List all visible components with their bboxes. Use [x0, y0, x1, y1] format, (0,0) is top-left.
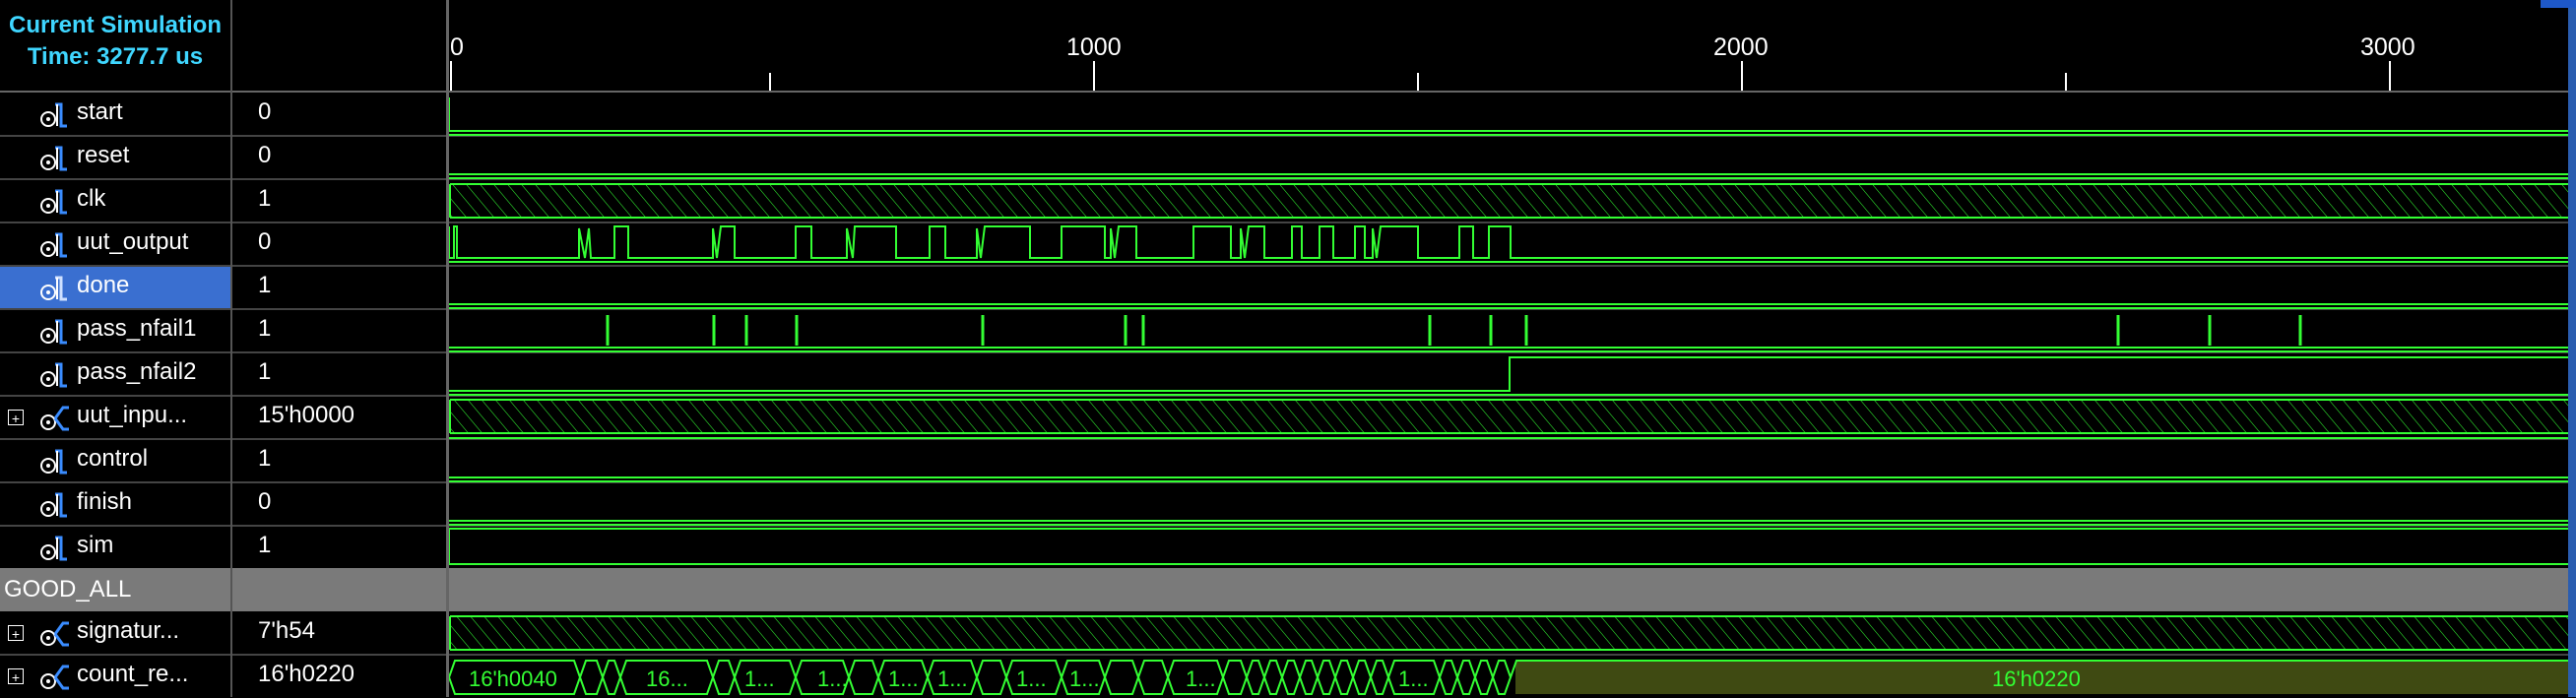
bus-value-label: 1... — [937, 666, 968, 691]
signal-row-control[interactable]: control 1 — [0, 439, 449, 482]
signal-icon — [37, 315, 69, 347]
signal-row-pass-nfail1[interactable]: pass_nfail1 1 — [0, 309, 449, 352]
wave-finish — [449, 520, 2568, 526]
wave-control — [449, 476, 2568, 482]
signal-value: 1 — [258, 185, 272, 212]
signal-value: 1 — [258, 532, 272, 558]
signal-row-uut-output[interactable]: uut_output 0 — [0, 222, 449, 266]
expand-toggle[interactable]: + — [8, 410, 24, 426]
bus-value-label: 1... — [1069, 666, 1100, 691]
signal-value: 7'h54 — [258, 617, 315, 644]
signal-value: 1 — [258, 272, 272, 298]
signal-name: finish — [77, 488, 133, 515]
bus-value-label: 16... — [646, 666, 688, 691]
signal-value: 0 — [258, 228, 272, 255]
wave-pass-nfail2 — [449, 356, 2568, 396]
waveform-viewer: Current Simulation Time: 3277.7 us 0 1 0 0… — [0, 0, 2576, 697]
bus-value-label: 1... — [1186, 666, 1216, 691]
bus-signal-icon — [37, 661, 69, 692]
signal-name: control — [77, 445, 149, 472]
signal-icon — [37, 358, 69, 390]
column-divider-names[interactable] — [230, 0, 232, 697]
signal-row-signature[interactable]: + signatur... 7'h54 — [0, 611, 449, 655]
wave-start — [449, 97, 2568, 136]
signal-name: pass_nfail1 — [77, 315, 197, 342]
signal-row-uut-input[interactable]: + uut_inpu... 15'h0000 — [0, 396, 449, 439]
wave-done — [449, 303, 2568, 309]
signal-name: reset — [77, 142, 130, 168]
signal-value: 0 — [258, 98, 272, 125]
signal-value: 1 — [258, 315, 272, 342]
signal-name: uut_inpu... — [77, 402, 188, 428]
expand-toggle[interactable]: + — [8, 668, 24, 685]
wave-pass-nfail1 — [449, 315, 2568, 352]
wave-uut-output — [449, 225, 2568, 263]
signal-icon — [37, 142, 69, 173]
signal-icon — [37, 488, 69, 520]
signal-row-reset[interactable]: reset 0 — [0, 136, 449, 179]
bus-value-label: 1... — [817, 666, 848, 691]
signal-row-sim[interactable]: sim 1 — [0, 526, 449, 569]
signal-icon — [37, 228, 69, 260]
bus-signal-icon — [37, 402, 69, 433]
wave-clk — [449, 183, 2568, 219]
signal-name: count_re... — [77, 661, 189, 687]
timeline-ruler — [450, 61, 2391, 91]
signal-name: start — [77, 98, 123, 125]
signal-icon — [37, 272, 69, 303]
signal-icon — [37, 445, 69, 476]
group-label: GOOD_ALL — [4, 576, 132, 603]
bus-value-label: 1... — [744, 666, 775, 691]
signal-name: uut_output — [77, 228, 189, 255]
signal-value: 15'h0000 — [258, 402, 355, 428]
signal-value: 0 — [258, 142, 272, 168]
signal-row-start[interactable]: start 0 — [0, 93, 449, 136]
bus-value-label: 1... — [888, 666, 919, 691]
signal-row-pass-nfail2[interactable]: pass_nfail2 1 — [0, 352, 449, 396]
signal-row-count-re[interactable]: + count_re... 16'h0220 — [0, 655, 449, 698]
waveform-canvas[interactable]: 16'h0040 16... 1... 1... 1... 1... 1... … — [449, 0, 2568, 697]
corner-marker — [2541, 0, 2576, 8]
signal-row-done[interactable]: done 1 — [0, 266, 449, 309]
signal-name: done — [77, 272, 130, 298]
wave-count-re-bus: 16'h0040 16... 1... 1... 1... 1... 1... … — [449, 660, 2568, 695]
wave-signature-bus — [449, 615, 2568, 651]
signal-icon — [37, 185, 69, 217]
signal-name: sim — [77, 532, 114, 558]
signal-value: 16'h0220 — [258, 661, 355, 687]
signal-name: pass_nfail2 — [77, 358, 197, 385]
signal-value: 0 — [258, 488, 272, 515]
header-line1: Current Simulation — [8, 12, 222, 38]
signal-name: clk — [77, 185, 106, 212]
bus-signal-icon — [37, 617, 69, 649]
header-time: Time: 3277.7 us — [27, 43, 204, 70]
bus-value-label: 1... — [1016, 666, 1047, 691]
wave-reset — [449, 173, 2568, 179]
expand-toggle[interactable]: + — [8, 625, 24, 642]
signal-row-finish[interactable]: finish 0 — [0, 482, 449, 526]
bus-value-label: 16'h0220 — [1992, 666, 2081, 691]
simulation-time-header: Current Simulation Time: 3277.7 us — [0, 0, 230, 91]
bus-value-label: 1... — [1398, 666, 1429, 691]
signal-row-clk[interactable]: clk 1 — [0, 179, 449, 222]
signal-icon — [37, 532, 69, 563]
signal-value: 1 — [258, 358, 272, 385]
wave-sim — [449, 528, 2568, 565]
bus-value-label: 16'h0040 — [469, 666, 557, 691]
vertical-scrollbar[interactable] — [2568, 0, 2576, 697]
wave-uut-input-bus — [449, 399, 2568, 439]
signal-name: signatur... — [77, 617, 180, 644]
signal-icon — [37, 98, 69, 130]
signal-value: 1 — [258, 445, 272, 472]
